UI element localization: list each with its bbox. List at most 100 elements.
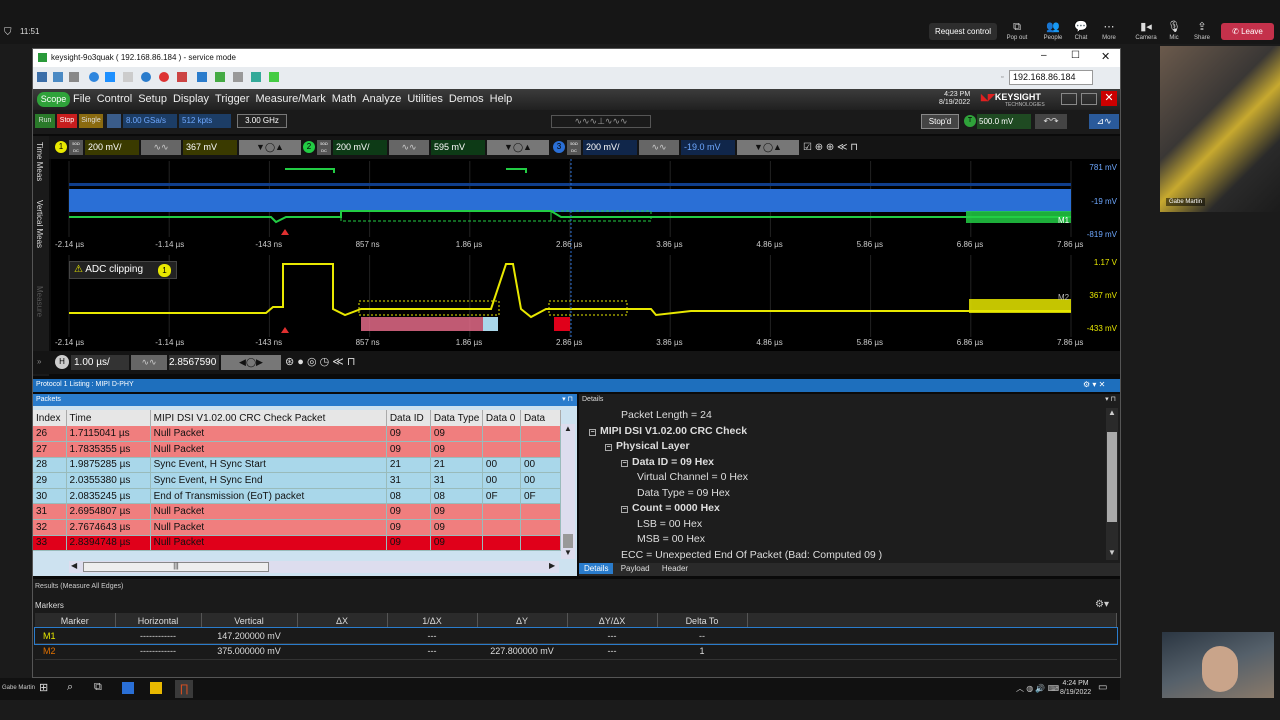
run-button[interactable]: Run [35, 114, 55, 128]
bandwidth[interactable]: 3.00 GHz [237, 114, 287, 128]
single-button[interactable]: Single [79, 114, 103, 128]
details-vscroll[interactable]: ▲ ▼ [1106, 408, 1118, 560]
marker-col-header[interactable]: ΔY/ΔX [567, 613, 658, 628]
scroll-left-icon[interactable]: ◀ [71, 561, 77, 570]
windows-icon[interactable] [105, 72, 115, 82]
ch2-scale[interactable]: 200 mV/ [333, 140, 387, 155]
clipboard-icon[interactable] [177, 72, 187, 82]
marker-col-header[interactable]: 1/ΔX [387, 613, 478, 628]
marker-m2[interactable]: M2 [1058, 293, 1070, 302]
refresh-icon[interactable] [89, 72, 99, 82]
packet-row[interactable]: 33 2.8394748 µs Null Packet 09 09 [33, 535, 562, 552]
stop-icon[interactable] [159, 72, 169, 82]
time-scale-knob-icon[interactable]: ∿∿ [131, 355, 167, 370]
tab-payload[interactable]: Payload [616, 563, 655, 574]
collapse-icon[interactable]: − [621, 459, 628, 467]
packets-col-header[interactable]: Data ID [386, 410, 431, 426]
position-knob-icon[interactable]: ◀◯▶ [221, 355, 281, 370]
info-icon[interactable] [141, 72, 151, 82]
chat-button[interactable]: 💬 Chat [1066, 20, 1096, 41]
trigger-source-icon[interactable]: T [964, 115, 976, 127]
packet-row[interactable]: 26 1.7115041 µs Null Packet 09 09 [33, 426, 562, 443]
decode-null-packets-a[interactable] [361, 317, 486, 331]
protocol-settings-icon[interactable]: ⚙ ▾ ✕ [1083, 380, 1105, 389]
sample-rate[interactable]: 8.00 GSa/s [123, 114, 177, 128]
detail-node[interactable]: LSB = 00 Hex [589, 517, 882, 533]
ip-address-field[interactable]: 192.168.86.184 [1009, 70, 1093, 85]
start-icon[interactable]: ⊞ [39, 681, 48, 694]
packets-col-header[interactable]: Index [33, 410, 67, 426]
time-position[interactable]: 2.8567590 [169, 355, 219, 370]
packets-hscroll[interactable]: ◀ ||| ▶ [69, 561, 559, 573]
ch2-offset[interactable]: 595 mV [431, 140, 485, 155]
menu-item-measuremark[interactable]: Measure/Mark [255, 93, 325, 105]
horizontal-badge[interactable]: H [55, 355, 69, 369]
ch3-scale[interactable]: 200 mV/ [583, 140, 637, 155]
packet-row[interactable]: 30 2.0835245 µs End of Transmission (EoT) … [33, 488, 562, 505]
detail-node[interactable]: MSB = 00 Hex [589, 532, 882, 548]
monitor-icon[interactable] [197, 72, 207, 82]
ch2-scale-knob-icon[interactable]: ∿∿ [389, 140, 429, 155]
ch3-scale-knob-icon[interactable]: ∿∿ [639, 140, 679, 155]
menu-item-setup[interactable]: Setup [138, 93, 167, 105]
menu-item-analyze[interactable]: Analyze [362, 93, 401, 105]
details-pin-icon[interactable]: ▾ ⊓ [1105, 394, 1116, 406]
detail-node[interactable]: − Physical Layer [589, 439, 882, 455]
ch3-offset[interactable]: -19.0 mV [681, 140, 735, 155]
packet-row[interactable]: 27 1.7835355 µs Null Packet 09 09 [33, 441, 562, 458]
menu-item-control[interactable]: Control [97, 93, 132, 105]
mic-button[interactable]: 🎙 Mic [1159, 20, 1189, 41]
fullscreen-icon[interactable] [53, 72, 63, 82]
channel-tools-icon[interactable]: ☑ ⊕ ⊕ ≪ ⊓ [803, 140, 867, 155]
scope-button[interactable]: Scope [37, 92, 70, 107]
window-min-icon[interactable] [1061, 93, 1077, 105]
ch3-badge[interactable]: 3 [553, 141, 565, 153]
waveform-display[interactable]: M1 M2 -2.14 µs -1.14 µs -143 ns 857 ns 1.86 … [51, 159, 1120, 351]
adc-clipping-warning[interactable]: ⚠ ADC clipping 1 [69, 261, 177, 279]
marker-row[interactable]: M1 ------------ 147.200000 mV --- --- -- [34, 627, 1118, 645]
packet-row[interactable]: 28 1.9875285 µs Sync Event, H Sync Start 21… [33, 457, 562, 474]
ch1-offset[interactable]: 367 mV [183, 140, 237, 155]
ch3-offset-knob-icon[interactable]: ▼◯▲ [737, 140, 799, 155]
camera-button[interactable]: ▮◂ Camera [1131, 20, 1161, 41]
packets-col-header[interactable]: Time [66, 410, 151, 426]
tool-icon[interactable] [123, 72, 133, 82]
tab-header[interactable]: Header [657, 563, 693, 574]
markers-settings-icon[interactable]: ⚙▾ [1095, 599, 1109, 610]
taskview-icon[interactable]: ⧉ [94, 681, 102, 694]
detail-node[interactable]: − MIPI DSI V1.02.00 CRC Check [589, 424, 882, 440]
ch1-badge[interactable]: 1 [55, 141, 67, 153]
maximize-icon[interactable]: ☐ [1071, 50, 1080, 61]
stop-button[interactable]: Stop [57, 114, 77, 128]
packets-col-header[interactable]: MIPI DSI V1.02.00 CRC Check Packet [150, 410, 387, 426]
menu-item-display[interactable]: Display [173, 93, 209, 105]
leave-button[interactable]: ✆ Leave [1221, 23, 1274, 40]
ch2-offset-knob-icon[interactable]: ▼◯▲ [487, 140, 549, 155]
close-icon[interactable]: ✕ [1101, 50, 1110, 63]
display-icon[interactable] [269, 72, 279, 82]
home-icon[interactable] [37, 72, 47, 82]
memory-depth[interactable]: 512 kpts [179, 114, 231, 128]
app-close-icon[interactable]: ✕ [1101, 91, 1117, 106]
packet-row[interactable]: 29 2.0355380 µs Sync Event, H Sync End 31 31… [33, 472, 562, 489]
vertical-meas-tab[interactable]: Vertical Meas [35, 200, 44, 248]
det-scroll-down-icon[interactable]: ▼ [1108, 548, 1116, 557]
request-control-button[interactable]: Request control [929, 23, 997, 40]
expand-icon[interactable]: » [37, 357, 41, 366]
packet-row[interactable]: 31 2.6954807 µs Null Packet 09 09 [33, 503, 562, 521]
ch1-scale-knob-icon[interactable]: ∿∿ [141, 140, 181, 155]
ch1-impedance[interactable]: 50Ω DC [69, 140, 83, 155]
print-icon[interactable] [215, 72, 225, 82]
keysight-app-icon[interactable]: ∏ [175, 680, 193, 698]
ch2-badge[interactable]: 2 [303, 141, 315, 153]
decode-sync-packets[interactable] [483, 317, 498, 331]
auto-icon[interactable] [107, 114, 121, 128]
search-icon[interactable]: ⌕ [67, 681, 73, 694]
menu-item-math[interactable]: Math [332, 93, 356, 105]
marker-col-header[interactable]: Marker [35, 613, 116, 628]
marker-m1[interactable]: M1 [1058, 216, 1070, 225]
ch1-offset-knob-icon[interactable]: ▼◯▲ [239, 140, 301, 155]
monitor-app-icon[interactable] [122, 682, 134, 694]
packets-col-header[interactable]: Data [520, 410, 562, 426]
waveform-view-icon[interactable]: ⊿∿ [1089, 114, 1119, 129]
